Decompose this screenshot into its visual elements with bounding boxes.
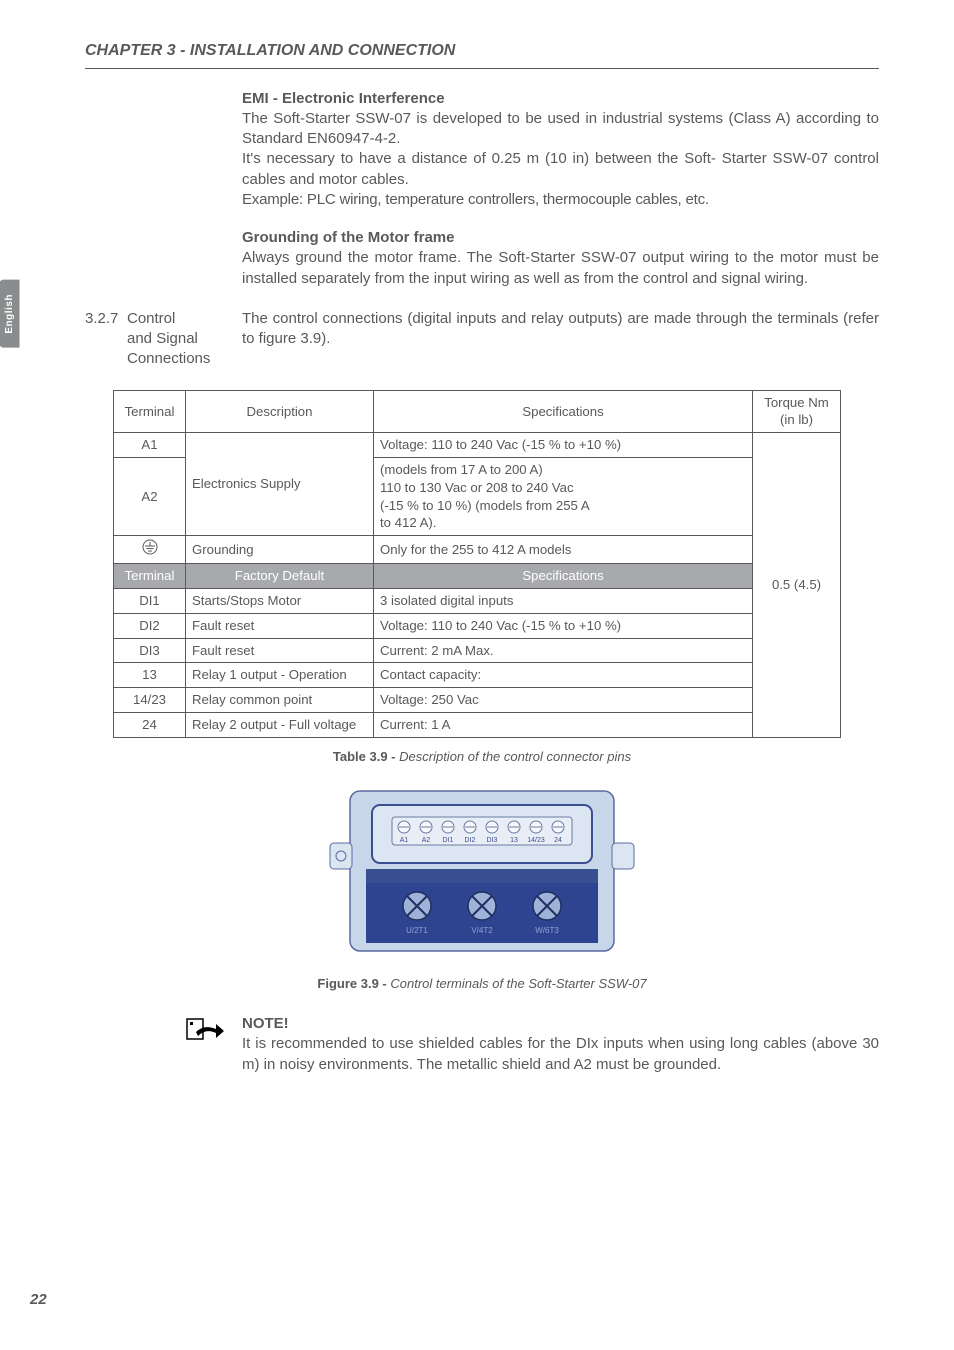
spec-a2-l2: (models from 17 A to 200 A) <box>380 462 543 477</box>
figure-caption: Figure 3.9 - Control terminals of the So… <box>85 975 879 993</box>
cell-spec-a1: Voltage: 110 to 240 Vac (-15 % to +10 %) <box>374 433 753 458</box>
section-label-l3: Connections <box>127 350 210 367</box>
note-heading: NOTE! <box>242 1014 879 1034</box>
spec-a2-l4: (-15 % to 10 %) (models from 255 A <box>380 498 590 513</box>
cell-elec-supply: Electronics Supply <box>186 433 374 536</box>
section-body: The control connections (digital inputs … <box>242 309 879 370</box>
fig-term-24: 24 <box>554 837 562 844</box>
fig-term-a1: A1 <box>400 837 409 844</box>
fig-caption-it: Control terminals of the Soft-Starter SS… <box>390 976 646 991</box>
table-caption-it: Description of the control connector pin… <box>399 749 631 764</box>
cell-1423: 14/23 <box>114 688 186 713</box>
cell-a2: A2 <box>114 458 186 536</box>
cell-di3-spec: Current: 2 mA Max. <box>374 638 753 663</box>
fig-bottom-u: U/2T1 <box>406 926 428 935</box>
sub-factory: Factory Default <box>186 564 374 589</box>
cell-grounding: Grounding <box>186 536 374 564</box>
cell-di3-desc: Fault reset <box>186 638 374 663</box>
cell-24-spec: Current: 1 A <box>374 712 753 737</box>
cell-ground-icon <box>114 536 186 564</box>
sub-terminal: Terminal <box>114 564 186 589</box>
emi-section: EMI - Electronic Interference The Soft-S… <box>242 89 879 211</box>
note-block: NOTE! It is recommended to use shielded … <box>85 1014 879 1075</box>
cell-a1: A1 <box>114 433 186 458</box>
fig-term-1423: 14/23 <box>527 837 545 844</box>
cell-di1-spec: 3 isolated digital inputs <box>374 588 753 613</box>
spec-a2-l5: to 412 A). <box>380 515 436 530</box>
ground-icon <box>141 539 159 555</box>
cell-di2-spec: Voltage: 110 to 240 Vac (-15 % to +10 %) <box>374 613 753 638</box>
ground-heading: Grounding of the Motor frame <box>242 228 879 248</box>
fig-bottom-w: W/6T3 <box>535 926 559 935</box>
emi-p2: It's necessary to have a distance of 0.2… <box>242 149 879 190</box>
cell-13: 13 <box>114 663 186 688</box>
fig-term-13: 13 <box>510 837 518 844</box>
fig-caption-bold: Figure 3.9 - <box>317 976 390 991</box>
cell-24-desc: Relay 2 output - Full voltage <box>186 712 374 737</box>
section-327: 3.2.7 Control and Signal Connections The… <box>85 309 879 370</box>
cell-1423-spec: Voltage: 250 Vac <box>374 688 753 713</box>
device-illustration: A1 A2 DI1 DI2 DI3 13 14/23 24 <box>322 783 642 958</box>
sub-specs: Specifications <box>374 564 753 589</box>
emi-p1: The Soft-Starter SSW-07 is developed to … <box>242 109 879 150</box>
cell-ground-spec: Only for the 255 to 412 A models <box>374 536 753 564</box>
spec-a2-l3: 110 to 130 Vac or 208 to 240 Vac <box>380 480 574 495</box>
figure-39: A1 A2 DI1 DI2 DI3 13 14/23 24 <box>85 783 879 964</box>
th-torque: Torque Nm (in lb) <box>753 390 841 433</box>
fig-term-a2: A2 <box>422 837 431 844</box>
cell-13-desc: Relay 1 output - Operation <box>186 663 374 688</box>
title-rule <box>85 68 879 69</box>
cell-spec-a2: (models from 17 A to 200 A) 110 to 130 V… <box>374 458 753 536</box>
fig-bottom-v: V/4T2 <box>471 926 493 935</box>
th-torque-l2: (in lb) <box>780 412 813 427</box>
cell-di2-desc: Fault reset <box>186 613 374 638</box>
table-caption: Table 3.9 - Description of the control c… <box>85 748 879 766</box>
table-caption-bold: Table 3.9 - <box>333 749 399 764</box>
section-label-l1: Control <box>127 310 175 327</box>
note-icon <box>186 1016 224 1046</box>
th-specs: Specifications <box>374 390 753 433</box>
cell-di2: DI2 <box>114 613 186 638</box>
emi-p3: Example: PLC wiring, temperature control… <box>242 190 879 210</box>
chapter-title: CHAPTER 3 - INSTALLATION AND CONNECTION <box>85 40 879 62</box>
th-torque-l1: Torque Nm <box>764 395 829 410</box>
section-label: Control and Signal Connections <box>127 309 242 370</box>
section-number: 3.2.7 <box>85 309 127 370</box>
page-number: 22 <box>30 1290 47 1310</box>
cell-di1-desc: Starts/Stops Motor <box>186 588 374 613</box>
section-label-l2: and Signal <box>127 330 198 347</box>
cell-1423-desc: Relay common point <box>186 688 374 713</box>
cell-torque: 0.5 (4.5) <box>753 433 841 738</box>
ground-p1: Always ground the motor frame. The Soft-… <box>242 248 879 289</box>
emi-heading: EMI - Electronic Interference <box>242 89 879 109</box>
cell-di3: DI3 <box>114 638 186 663</box>
note-body-text: It is recommended to use shielded cables… <box>242 1034 879 1075</box>
th-terminal: Terminal <box>114 390 186 433</box>
cell-13-spec: Contact capacity: <box>374 663 753 688</box>
cell-24: 24 <box>114 712 186 737</box>
th-description: Description <box>186 390 374 433</box>
fig-term-di3: DI3 <box>487 837 498 844</box>
grounding-section: Grounding of the Motor frame Always grou… <box>242 228 879 289</box>
fig-term-di1: DI1 <box>443 837 454 844</box>
connector-table: Terminal Description Specifications Torq… <box>113 390 841 738</box>
cell-di1: DI1 <box>114 588 186 613</box>
fig-term-di2: DI2 <box>465 837 476 844</box>
language-tab: English <box>0 280 20 348</box>
